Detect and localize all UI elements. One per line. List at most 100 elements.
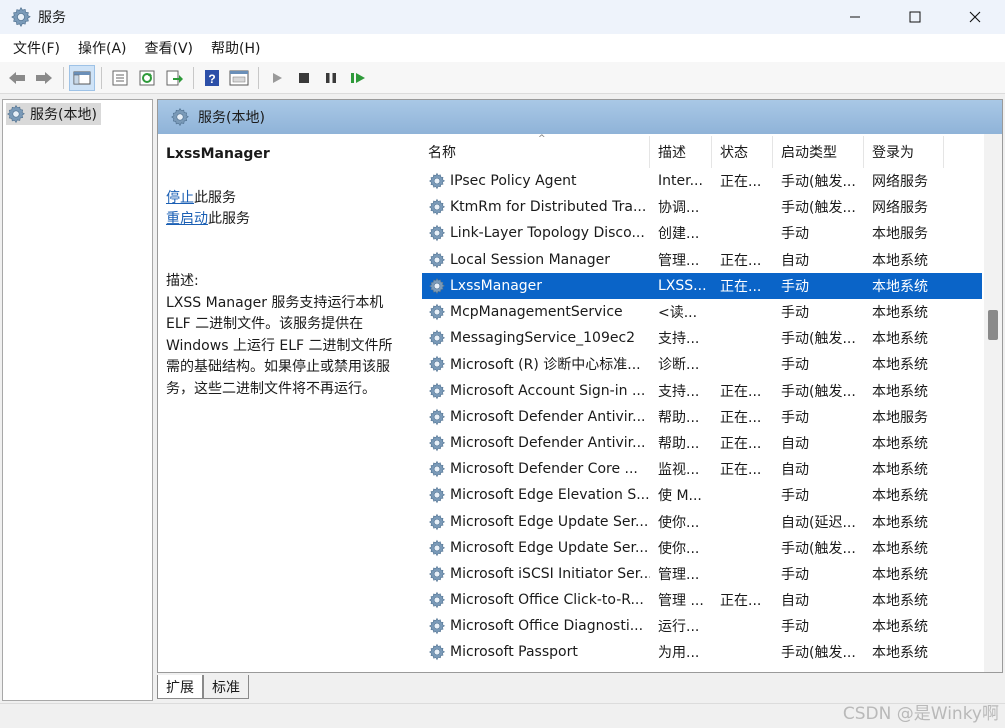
- stop-service-link[interactable]: 停止: [166, 190, 194, 206]
- restart-service-link[interactable]: 重启动: [166, 211, 208, 227]
- table-row[interactable]: McpManagementService <读... 手动 本地系统: [422, 299, 982, 325]
- start-service-button[interactable]: [264, 65, 290, 91]
- view-button[interactable]: [226, 65, 252, 91]
- service-name: Microsoft Edge Update Ser...: [450, 513, 649, 530]
- menu-action[interactable]: 操作(A): [69, 38, 136, 58]
- table-row[interactable]: Microsoft Defender Antivir... 帮助... 正在... 手…: [422, 404, 982, 430]
- service-name-cell: Microsoft Edge Update Ser...: [422, 513, 650, 531]
- service-startup-cell: 手动: [781, 619, 809, 636]
- service-desc-cell: 管理...: [658, 252, 700, 269]
- refresh-icon: [139, 70, 155, 85]
- tab-extended[interactable]: 扩展: [157, 675, 203, 699]
- table-row[interactable]: Link-Layer Topology Disco... 创建... 手动 本地服务: [422, 220, 982, 246]
- service-startup-cell: 手动(触发...: [781, 174, 856, 191]
- tree-item-services-local[interactable]: 服务(本地): [6, 103, 101, 125]
- service-gear-icon: [428, 460, 446, 478]
- service-startup-cell: 自动: [781, 462, 809, 479]
- export-button[interactable]: [161, 65, 187, 91]
- column-header-logon-as[interactable]: 登录为: [864, 136, 944, 168]
- pause-icon: [326, 72, 336, 83]
- service-name-cell: Microsoft Edge Elevation S...: [422, 486, 650, 504]
- tab-standard[interactable]: 标准: [203, 675, 249, 699]
- table-row[interactable]: MessagingService_109ec2 支持... 手动(触发... 本地系统: [422, 325, 982, 351]
- column-header-startup-type[interactable]: 启动类型: [773, 136, 864, 168]
- service-logon-cell: 本地系统: [872, 619, 928, 636]
- service-logon-cell: 网络服务: [872, 174, 928, 191]
- service-name: MessagingService_109ec2: [450, 330, 636, 347]
- service-name-cell: McpManagementService: [422, 303, 650, 321]
- service-startup-cell: 手动(触发...: [781, 331, 856, 348]
- column-label: 名称: [428, 145, 456, 161]
- table-row[interactable]: Microsoft Passport 为用... 手动(触发... 本地系统: [422, 639, 982, 665]
- table-row[interactable]: Microsoft Edge Elevation S... 使 M... 手动 本地系…: [422, 482, 982, 508]
- table-row[interactable]: Microsoft Defender Antivir... 帮助... 正在... 自…: [422, 430, 982, 456]
- service-logon-cell: 本地系统: [872, 540, 928, 557]
- stop-service-button[interactable]: [291, 65, 317, 91]
- services-list: ^ 名称 描述 状态 启动类型 登录为 IPsec Policy Agent In…: [414, 134, 984, 672]
- column-header-name[interactable]: ^ 名称: [422, 134, 650, 168]
- help-button[interactable]: ?: [199, 65, 225, 91]
- table-row[interactable]: Microsoft Office Click-to-R... 管理 ... 正在..…: [422, 587, 982, 613]
- console-tree-button[interactable]: [69, 64, 95, 91]
- vertical-scrollbar[interactable]: [984, 134, 1002, 672]
- service-desc-cell: 帮助...: [658, 409, 700, 426]
- toolbar-separator: [63, 66, 64, 89]
- service-status-cell: 正在...: [720, 435, 762, 452]
- table-row[interactable]: KtmRm for Distributed Tra... 协调... 手动(触发..…: [422, 194, 982, 220]
- service-name-cell: MessagingService_109ec2: [422, 329, 650, 347]
- service-gear-icon: [428, 329, 446, 347]
- description-line: 需的基础结构。如果停止或禁用该服: [166, 359, 390, 375]
- start-icon: [273, 72, 282, 83]
- panel-header: 服务(本地): [158, 100, 1002, 134]
- service-name: Link-Layer Topology Disco...: [450, 225, 645, 242]
- service-desc-cell: 为用...: [658, 645, 700, 662]
- table-row[interactable]: LxssManager LXSS... 正在... 手动 本地系统: [422, 272, 982, 299]
- pause-service-button[interactable]: [318, 65, 344, 91]
- service-name: Microsoft Account Sign-in ...: [450, 382, 646, 399]
- service-desc-cell: <读...: [658, 305, 698, 322]
- table-row[interactable]: Microsoft iSCSI Initiator Ser... 管理... 手动 本…: [422, 561, 982, 587]
- table-row[interactable]: IPsec Policy Agent Inter... 正在... 手动(触发... 网…: [422, 168, 982, 194]
- service-startup-cell: 手动: [781, 278, 809, 295]
- service-name: Microsoft Defender Antivir...: [450, 434, 646, 451]
- table-row[interactable]: Local Session Manager 管理... 正在... 自动 本地系统: [422, 247, 982, 273]
- console-tree: 服务(本地): [2, 99, 153, 701]
- service-logon-cell: 本地系统: [872, 252, 928, 269]
- service-gear-icon: [428, 355, 446, 373]
- forward-icon: [36, 71, 52, 84]
- scrollbar-thumb[interactable]: [988, 310, 998, 340]
- maximize-button[interactable]: [885, 0, 945, 34]
- forward-button[interactable]: [31, 65, 57, 91]
- service-name: Local Session Manager: [450, 251, 610, 268]
- table-row[interactable]: Microsoft Account Sign-in ... 支持... 正在... 手…: [422, 378, 982, 404]
- back-button[interactable]: [4, 65, 30, 91]
- back-icon: [9, 71, 25, 84]
- menu-help[interactable]: 帮助(H): [202, 38, 269, 58]
- close-button[interactable]: [945, 0, 1005, 34]
- minimize-button[interactable]: [825, 0, 885, 34]
- table-row[interactable]: Microsoft (R) 诊断中心标准... 诊断... 手动 本地系统: [422, 351, 982, 377]
- service-gear-icon: [428, 224, 446, 242]
- refresh-button[interactable]: [134, 65, 160, 91]
- properties-icon: [112, 70, 128, 85]
- service-startup-cell: 手动: [781, 566, 809, 583]
- service-name: Microsoft Office Click-to-R...: [450, 592, 644, 609]
- list-rows: IPsec Policy Agent Inter... 正在... 手动(触发... 网…: [422, 168, 982, 666]
- service-desc-cell: Inter...: [658, 173, 703, 190]
- table-row[interactable]: Microsoft Defender Core ... 监视... 正在... 自动 本…: [422, 456, 982, 482]
- service-status-cell: 正在...: [720, 383, 762, 400]
- menu-file[interactable]: 文件(F): [4, 38, 69, 58]
- menu-view[interactable]: 查看(V): [136, 38, 203, 58]
- table-row[interactable]: Microsoft Edge Update Ser... 使你... 手动(触发..…: [422, 535, 982, 561]
- service-startup-cell: 手动(触发...: [781, 200, 856, 217]
- view-icon: [229, 70, 249, 85]
- main-panel: 服务(本地) LxssManager 停止此服务 重启动此服务 描述: LXSS…: [157, 99, 1003, 673]
- stop-suffix: 此服务: [194, 190, 236, 206]
- properties-button[interactable]: [107, 65, 133, 91]
- column-header-status[interactable]: 状态: [712, 136, 773, 168]
- table-row[interactable]: Microsoft Edge Update Ser... 使你... 自动(延迟..…: [422, 508, 982, 534]
- column-header-desc[interactable]: 描述: [650, 136, 712, 168]
- table-row[interactable]: Microsoft Office Diagnosti... 运行... 手动 本地系统: [422, 613, 982, 639]
- restart-service-button[interactable]: [345, 65, 371, 91]
- menu-bar: 文件(F) 操作(A) 查看(V) 帮助(H): [0, 34, 1005, 62]
